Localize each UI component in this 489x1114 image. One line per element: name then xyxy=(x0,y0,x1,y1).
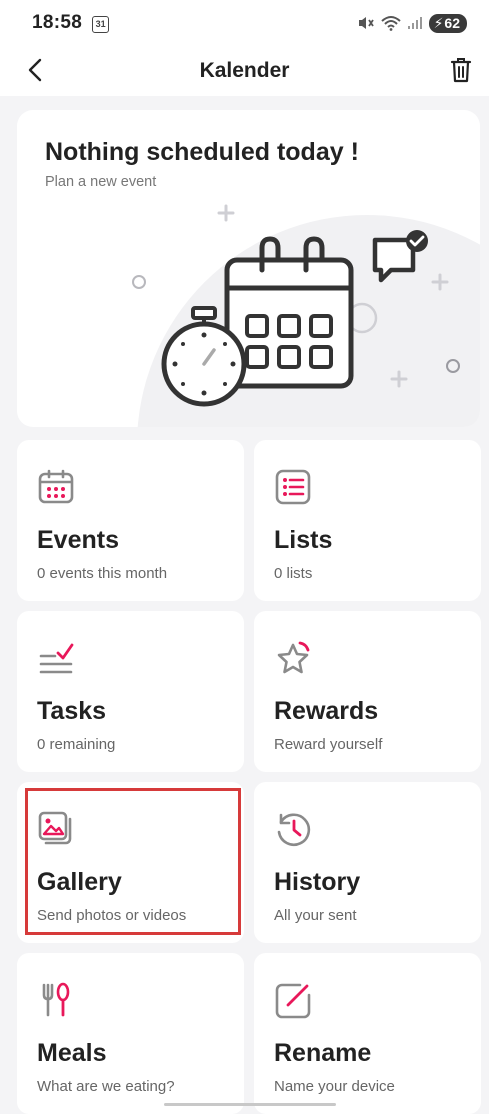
tile-subtitle: Reward yourself xyxy=(274,736,382,753)
battery-indicator: ⚡ 62 xyxy=(429,14,467,33)
tile-rewards[interactable]: Rewards Reward yourself xyxy=(254,611,481,772)
tile-meals[interactable]: Meals What are we eating? xyxy=(17,953,244,1114)
tile-history[interactable]: History All your sent xyxy=(254,782,481,943)
history-icon xyxy=(274,810,312,848)
calendar-notification-icon: 31 xyxy=(92,16,109,33)
star-icon xyxy=(274,639,312,677)
calendar-icon xyxy=(37,468,75,506)
tile-lists[interactable]: Lists 0 lists xyxy=(254,440,481,601)
empty-state-card[interactable]: Nothing scheduled today ! Plan a new eve… xyxy=(17,110,480,427)
chevron-left-icon xyxy=(27,58,43,82)
tile-title: Rewards xyxy=(274,697,378,726)
tile-subtitle: What are we eating? xyxy=(37,1078,175,1095)
tile-title: Lists xyxy=(274,526,332,555)
status-time: 18:58 xyxy=(32,12,82,34)
back-button[interactable] xyxy=(20,55,50,85)
tile-events[interactable]: Events 0 events this month xyxy=(17,440,244,601)
tile-subtitle: 0 events this month xyxy=(37,565,167,582)
tile-subtitle: Name your device xyxy=(274,1078,395,1095)
signal-icon xyxy=(407,16,423,30)
home-indicator[interactable] xyxy=(164,1103,336,1106)
list-icon xyxy=(274,468,312,506)
wifi-icon xyxy=(381,15,401,31)
tile-rename[interactable]: Rename Name your device xyxy=(254,953,481,1114)
status-bar: 18:58 31 ⚡ 62 xyxy=(0,0,489,46)
empty-state-subtitle: Plan a new event xyxy=(45,174,156,190)
tile-subtitle: 0 lists xyxy=(274,565,312,582)
tile-gallery[interactable]: Gallery Send photos or videos xyxy=(17,782,244,943)
tile-title: Rename xyxy=(274,1039,371,1068)
app-bar: Kalender xyxy=(0,46,489,96)
battery-level: 62 xyxy=(444,15,460,31)
tile-title: Meals xyxy=(37,1039,106,1068)
tile-subtitle: 0 remaining xyxy=(37,736,115,753)
tile-subtitle: Send photos or videos xyxy=(37,907,186,924)
delete-button[interactable] xyxy=(445,54,477,86)
page-title: Kalender xyxy=(200,59,290,83)
gallery-icon xyxy=(37,810,75,848)
tile-title: Tasks xyxy=(37,697,106,726)
empty-state-title: Nothing scheduled today ! xyxy=(45,138,359,167)
tile-subtitle: All your sent xyxy=(274,907,357,924)
trash-icon xyxy=(450,57,472,83)
tile-title: History xyxy=(274,868,360,897)
tile-title: Gallery xyxy=(37,868,122,897)
status-indicators: ⚡ 62 xyxy=(357,14,467,33)
charging-icon: ⚡ xyxy=(434,15,444,32)
rename-icon xyxy=(274,981,312,1019)
mute-icon xyxy=(357,15,375,31)
tile-title: Events xyxy=(37,526,119,555)
meals-icon xyxy=(37,981,75,1019)
tile-tasks[interactable]: Tasks 0 remaining xyxy=(17,611,244,772)
tasks-icon xyxy=(37,639,75,677)
